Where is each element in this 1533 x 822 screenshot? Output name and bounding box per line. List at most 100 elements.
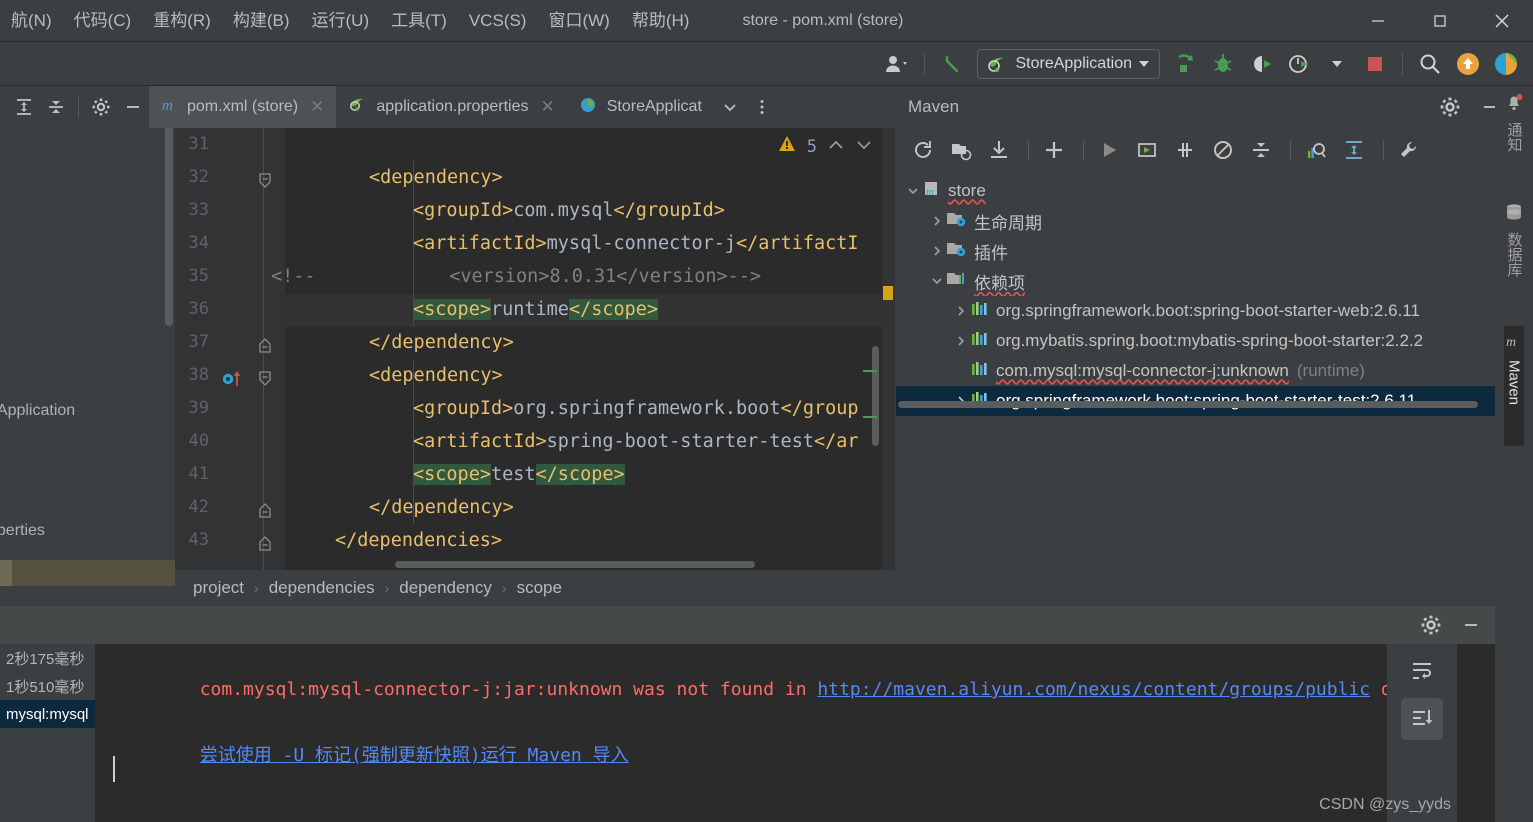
project-scrollbar[interactable]	[165, 96, 173, 326]
close-button[interactable]	[1471, 0, 1533, 42]
download-sources-icon[interactable]	[982, 133, 1016, 167]
chevron-right-icon[interactable]	[928, 245, 946, 257]
maven-horizontal-scrollbar[interactable]	[898, 401, 1478, 408]
tab-pom-xml[interactable]: m pom.xml (store) ✕	[149, 86, 337, 128]
build-console-output[interactable]: com.mysql:mysql-connector-j:jar:unknown …	[95, 644, 1425, 822]
breadcrumb[interactable]: project › dependencies › dependency › sc…	[175, 570, 895, 606]
build-events-tree[interactable]: 2秒175毫秒 1秒510毫秒 mysql:mysql	[0, 644, 95, 822]
menu-refactor[interactable]: 重构(R)	[142, 0, 222, 42]
execute-maven-goal-icon[interactable]	[1130, 133, 1164, 167]
fold-marker-end[interactable]	[258, 338, 272, 353]
tab-application-properties[interactable]: application.properties ✕	[336, 86, 566, 128]
breadcrumb-scope[interactable]: scope	[511, 578, 568, 598]
toggle-skip-tests-icon[interactable]	[1168, 133, 1202, 167]
scroll-to-end-icon[interactable]	[1401, 698, 1443, 740]
chevron-down-icon[interactable]	[855, 136, 873, 158]
chevron-down-icon[interactable]	[714, 91, 746, 123]
build-event-row[interactable]: 2秒175毫秒	[0, 644, 95, 672]
profiler-dropdown-icon[interactable]	[1320, 47, 1354, 81]
expand-all-icon[interactable]	[8, 91, 40, 123]
user-icon[interactable]	[880, 47, 914, 81]
ide-settings-icon[interactable]	[1489, 47, 1523, 81]
sidebar-item-notifications[interactable]: 通知	[1504, 86, 1525, 196]
maven-tree-row-dependencies[interactable]: 依赖项	[896, 266, 1514, 296]
minimize-button[interactable]	[1347, 0, 1409, 42]
menu-window[interactable]: 窗口(W)	[537, 0, 620, 42]
collapse-all-icon[interactable]	[40, 91, 72, 123]
console-retry-link[interactable]: 尝试使用 -U 标记(强制更新快照)运行 Maven 导入	[200, 745, 629, 766]
maximize-button[interactable]	[1409, 0, 1471, 42]
expand-all-icon[interactable]	[1337, 133, 1371, 167]
bean-navigation-icon[interactable]	[221, 369, 247, 394]
breadcrumb-project[interactable]: project	[187, 578, 250, 598]
chevron-up-icon[interactable]	[827, 136, 845, 158]
generate-sources-icon[interactable]	[944, 133, 978, 167]
fold-marker-end[interactable]	[258, 503, 272, 518]
run-icon[interactable]	[1168, 47, 1202, 81]
menu-run[interactable]: 运行(U)	[301, 0, 381, 42]
update-project-icon[interactable]	[1451, 47, 1485, 81]
menu-code[interactable]: 代码(C)	[63, 0, 143, 42]
close-icon[interactable]: ✕	[540, 97, 554, 117]
menu-vcs[interactable]: VCS(S)	[458, 0, 538, 42]
breadcrumb-dependency[interactable]: dependency	[393, 578, 498, 598]
project-tool-window[interactable]: va_study\java_progr eApplication opertie…	[0, 86, 175, 576]
run-icon[interactable]	[1092, 133, 1126, 167]
more-vertical-icon[interactable]	[746, 91, 778, 123]
reload-all-maven-projects-icon[interactable]	[906, 133, 940, 167]
profiler-icon[interactable]	[1282, 47, 1316, 81]
add-maven-project-icon[interactable]	[1037, 133, 1071, 167]
sidebar-item-maven[interactable]: m Maven	[1504, 326, 1524, 446]
toggle-offline-mode-icon[interactable]	[1206, 133, 1240, 167]
maven-settings-icon[interactable]	[1392, 133, 1426, 167]
chevron-down-icon[interactable]	[1139, 61, 1149, 67]
chevron-right-icon[interactable]	[928, 215, 946, 227]
chevron-right-icon[interactable]	[952, 305, 970, 317]
inspection-widget[interactable]: 5	[777, 134, 873, 159]
run-configuration-selector[interactable]: StoreApplication	[977, 49, 1160, 79]
hide-icon[interactable]	[1455, 609, 1487, 641]
debug-icon[interactable]	[1206, 47, 1240, 81]
sidebar-item-database[interactable]: 数据库	[1504, 196, 1525, 326]
project-properties-row[interactable]: operties	[0, 522, 45, 540]
tab-store-application[interactable]: StoreApplicat	[567, 86, 714, 128]
editor-gutter[interactable]: 31 32 33 34 35 36 37 38 39 40 41 42 43	[175, 128, 285, 570]
search-everywhere-icon[interactable]	[1413, 47, 1447, 81]
menu-build[interactable]: 构建(B)	[222, 0, 301, 42]
maven-tree-row-store[interactable]: m store	[896, 176, 1514, 206]
stop-icon[interactable]	[1358, 47, 1392, 81]
maven-tree-row-dependency[interactable]: org.springframework.boot:spring-boot-sta…	[896, 296, 1514, 326]
fold-marker-end[interactable]	[258, 536, 272, 551]
editor-text-area[interactable]: <dependency> <groupId>com.mysql</groupId…	[271, 128, 895, 570]
build-event-row-selected[interactable]: mysql:mysql	[0, 700, 95, 728]
editor-horizontal-scrollbar[interactable]	[395, 561, 755, 568]
show-dependency-analyzer-icon[interactable]	[1299, 133, 1333, 167]
back-arrow-icon[interactable]	[935, 47, 969, 81]
maven-tree-row-dependency[interactable]: org.mybatis.spring.boot:mybatis-spring-b…	[896, 326, 1514, 356]
build-event-row[interactable]: 1秒510毫秒	[0, 672, 95, 700]
console-repository-link[interactable]: http://maven.aliyun.com/nexus/content/gr…	[817, 679, 1370, 700]
chevron-down-icon[interactable]	[928, 275, 946, 287]
gear-icon[interactable]	[1434, 91, 1466, 123]
maven-tree-row-plugins[interactable]: 插件	[896, 236, 1514, 266]
menu-help[interactable]: 帮助(H)	[621, 0, 701, 42]
fold-marker-open[interactable]	[258, 371, 272, 386]
gear-icon[interactable]	[85, 91, 117, 123]
editor-marker-bar[interactable]	[882, 128, 895, 570]
close-icon[interactable]: ✕	[310, 97, 324, 117]
maven-tree-row-lifecycle[interactable]: 生命周期	[896, 206, 1514, 236]
maven-tree-row-dependency-unresolved[interactable]: com.mysql:mysql-connector-j:unknown (run…	[896, 356, 1514, 386]
maven-projects-tree[interactable]: m store 生命周期 插件 依赖项 org.springframework.…	[896, 176, 1514, 416]
chevron-down-icon[interactable]	[904, 185, 922, 197]
code-editor[interactable]: 31 32 33 34 35 36 37 38 39 40 41 42 43 <…	[175, 128, 895, 570]
menu-navigate[interactable]: 航(N)	[0, 0, 63, 42]
hide-icon[interactable]	[117, 91, 149, 123]
project-class-row[interactable]: eApplication	[0, 402, 75, 420]
gear-icon[interactable]	[1415, 609, 1447, 641]
collapse-all-icon[interactable]	[1244, 133, 1278, 167]
breadcrumb-dependencies[interactable]: dependencies	[263, 578, 381, 598]
menu-tools[interactable]: 工具(T)	[380, 0, 458, 42]
fold-marker-open[interactable]	[258, 173, 272, 188]
soft-wrap-icon[interactable]	[1401, 650, 1443, 692]
chevron-right-icon[interactable]	[952, 335, 970, 347]
